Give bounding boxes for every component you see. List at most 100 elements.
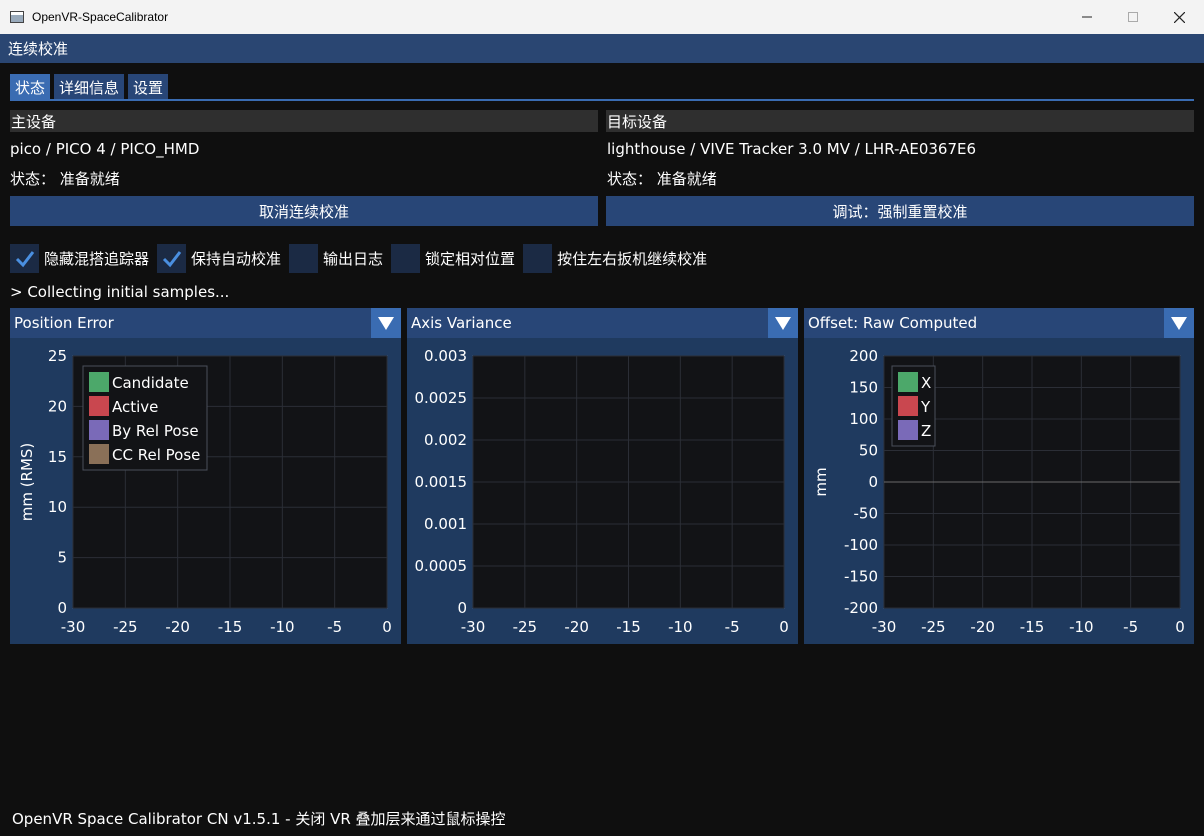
x-tick-label: -20 (165, 618, 190, 636)
plot-selector-combo[interactable]: Position Error (10, 308, 401, 338)
app-icon (10, 11, 24, 23)
hold-triggers-checkbox[interactable]: 按住左右扳机继续校准 (523, 244, 707, 273)
target-device-name: lighthouse / VIVE Tracker 3.0 MV / LHR-A… (607, 140, 977, 158)
tab-settings[interactable]: 设置 (128, 74, 169, 100)
dropdown-arrow-icon[interactable] (768, 308, 798, 338)
y-tick-label: 20 (48, 397, 67, 415)
target-device-status: 状态： 准备就绪 (607, 170, 717, 188)
checkbox-label: 隐藏混搭追踪器 (44, 250, 150, 268)
x-tick-label: -15 (1020, 618, 1045, 636)
hide-tracker-checkbox[interactable]: 隐藏混搭追踪器 (10, 244, 149, 273)
maximize-button[interactable] (1110, 0, 1156, 34)
x-tick-label: -20 (970, 618, 995, 636)
y-tick-label: 10 (48, 498, 67, 516)
legend-swatch (898, 372, 918, 392)
x-tick-label: -30 (461, 618, 486, 636)
options-row: 隐藏混搭追踪器 保持自动校准 输出日志 锁定相对位置 按住左右扳机继续校准 (10, 244, 715, 273)
maximize-icon (1128, 12, 1138, 22)
checkbox-box[interactable] (289, 244, 319, 273)
plot-selector-value: Position Error (14, 314, 114, 332)
checkbox-label: 锁定相对位置 (425, 250, 516, 268)
reference-device-header: 主设备 (10, 110, 598, 132)
checkbox-box[interactable] (10, 244, 39, 273)
tab-bar: 状态 详细信息 设置 (10, 74, 169, 100)
tab-status[interactable]: 状态 (10, 74, 51, 100)
y-tick-label: 200 (849, 347, 878, 365)
checkbox-label: 按住左右扳机继续校准 (557, 250, 708, 268)
plot-selector-combo[interactable]: Offset: Raw Computed (804, 308, 1194, 338)
x-tick-label: -15 (218, 618, 243, 636)
legend-swatch (898, 420, 918, 440)
legend-label: X (921, 374, 931, 392)
plot-panel-position-error: Position Error -30 -25 -20 -15 -10 -5 0 0 5 10 15 2… (10, 308, 401, 644)
y-tick-label: 5 (57, 549, 67, 567)
y-tick-label: 0.0025 (415, 389, 468, 407)
y-tick-label: -150 (844, 568, 878, 586)
close-button[interactable] (1156, 0, 1202, 34)
x-tick-label: -10 (668, 618, 693, 636)
x-tick-label: 0 (1175, 618, 1185, 636)
cancel-continuous-calibration-button[interactable]: 取消连续校准 (10, 196, 598, 226)
x-tick-label: -20 (564, 618, 589, 636)
dropdown-arrow-icon[interactable] (1164, 308, 1194, 338)
x-tick-label: -5 (1123, 618, 1138, 636)
tab-underline (10, 99, 1194, 101)
checkbox-label: 保持自动校准 (191, 250, 282, 268)
x-tick-label: -25 (513, 618, 538, 636)
plot-selector-value: Offset: Raw Computed (808, 314, 978, 332)
checkmark-icon (15, 250, 34, 267)
reference-device-status: 状态： 准备就绪 (10, 170, 120, 188)
plot-panel-offset: Offset: Raw Computed -30 -25 -20 -15 -10 -5 0-… (804, 308, 1194, 644)
y-tick-label: 0 (868, 473, 878, 491)
legend-swatch (89, 444, 109, 464)
legend-swatch (89, 420, 109, 440)
x-tick-label: -30 (61, 618, 86, 636)
y-tick-label: 0.002 (424, 431, 467, 449)
y-tick-label: 0.0015 (415, 473, 468, 491)
legend-label: Z (921, 422, 931, 440)
y-tick-label: 100 (849, 410, 878, 428)
imgui-window-title: 连续校准 (0, 34, 1204, 63)
y-tick-label: 0.001 (424, 515, 467, 533)
y-axis-label: mm (812, 467, 830, 496)
lock-relative-position-checkbox[interactable]: 锁定相对位置 (391, 244, 515, 273)
plot-selector-combo[interactable]: Axis Variance (407, 308, 798, 338)
legend-label: By Rel Pose (112, 422, 199, 440)
footer-status: OpenVR Space Calibrator CN v1.5.1 - 关闭 V… (0, 800, 1204, 836)
axis-variance-chart: -30 -25 -20 -15 -10 -5 0 0 0.0005 0.001 0.0015 0.00… (415, 347, 789, 636)
keep-auto-calibration-checkbox[interactable]: 保持自动校准 (157, 244, 281, 273)
legend-label: Candidate (112, 374, 189, 392)
y-tick-label: 25 (48, 347, 67, 365)
checkbox-box[interactable] (523, 244, 553, 273)
y-tick-label: -200 (844, 599, 878, 617)
x-tick-label: -5 (327, 618, 342, 636)
position-error-chart: -30 -25 -20 -15 -10 -5 0 0 5 10 15 20 25 mm (RMS) Cand… (18, 347, 392, 636)
x-tick-label: -25 (113, 618, 138, 636)
x-tick-label: 0 (382, 618, 392, 636)
x-tick-label: -5 (725, 618, 740, 636)
force-reset-calibration-button[interactable]: 调试：强制重置校准 (606, 196, 1194, 226)
window-title: OpenVR-SpaceCalibrator (32, 10, 169, 24)
y-tick-label: 50 (859, 442, 878, 460)
y-axis-label: mm (RMS) (18, 443, 36, 522)
checkbox-box[interactable] (157, 244, 187, 273)
legend-swatch (89, 396, 109, 416)
checkmark-icon (162, 250, 181, 267)
legend-label: Active (112, 398, 158, 416)
legend-label: CC Rel Pose (112, 446, 200, 464)
x-tick-label: 0 (779, 618, 789, 636)
minimize-icon (1082, 16, 1092, 18)
y-tick-label: 0 (457, 599, 467, 617)
legend-label: Y (920, 398, 931, 416)
x-tick-label: -15 (616, 618, 641, 636)
window-titlebar[interactable]: OpenVR-SpaceCalibrator (0, 0, 1204, 34)
checkbox-label: 输出日志 (323, 250, 384, 268)
checkbox-box[interactable] (391, 244, 421, 273)
tab-details[interactable]: 详细信息 (54, 74, 125, 100)
minimize-button[interactable] (1064, 0, 1110, 34)
output-log-checkbox[interactable]: 输出日志 (289, 244, 383, 273)
y-tick-label: 0.003 (424, 347, 467, 365)
plot-panel-axis-variance: Axis Variance -30 -25 -20 -15 -10 -5 0 0 0.0005 0… (407, 308, 798, 644)
x-tick-label: -30 (872, 618, 897, 636)
dropdown-arrow-icon[interactable] (371, 308, 401, 338)
